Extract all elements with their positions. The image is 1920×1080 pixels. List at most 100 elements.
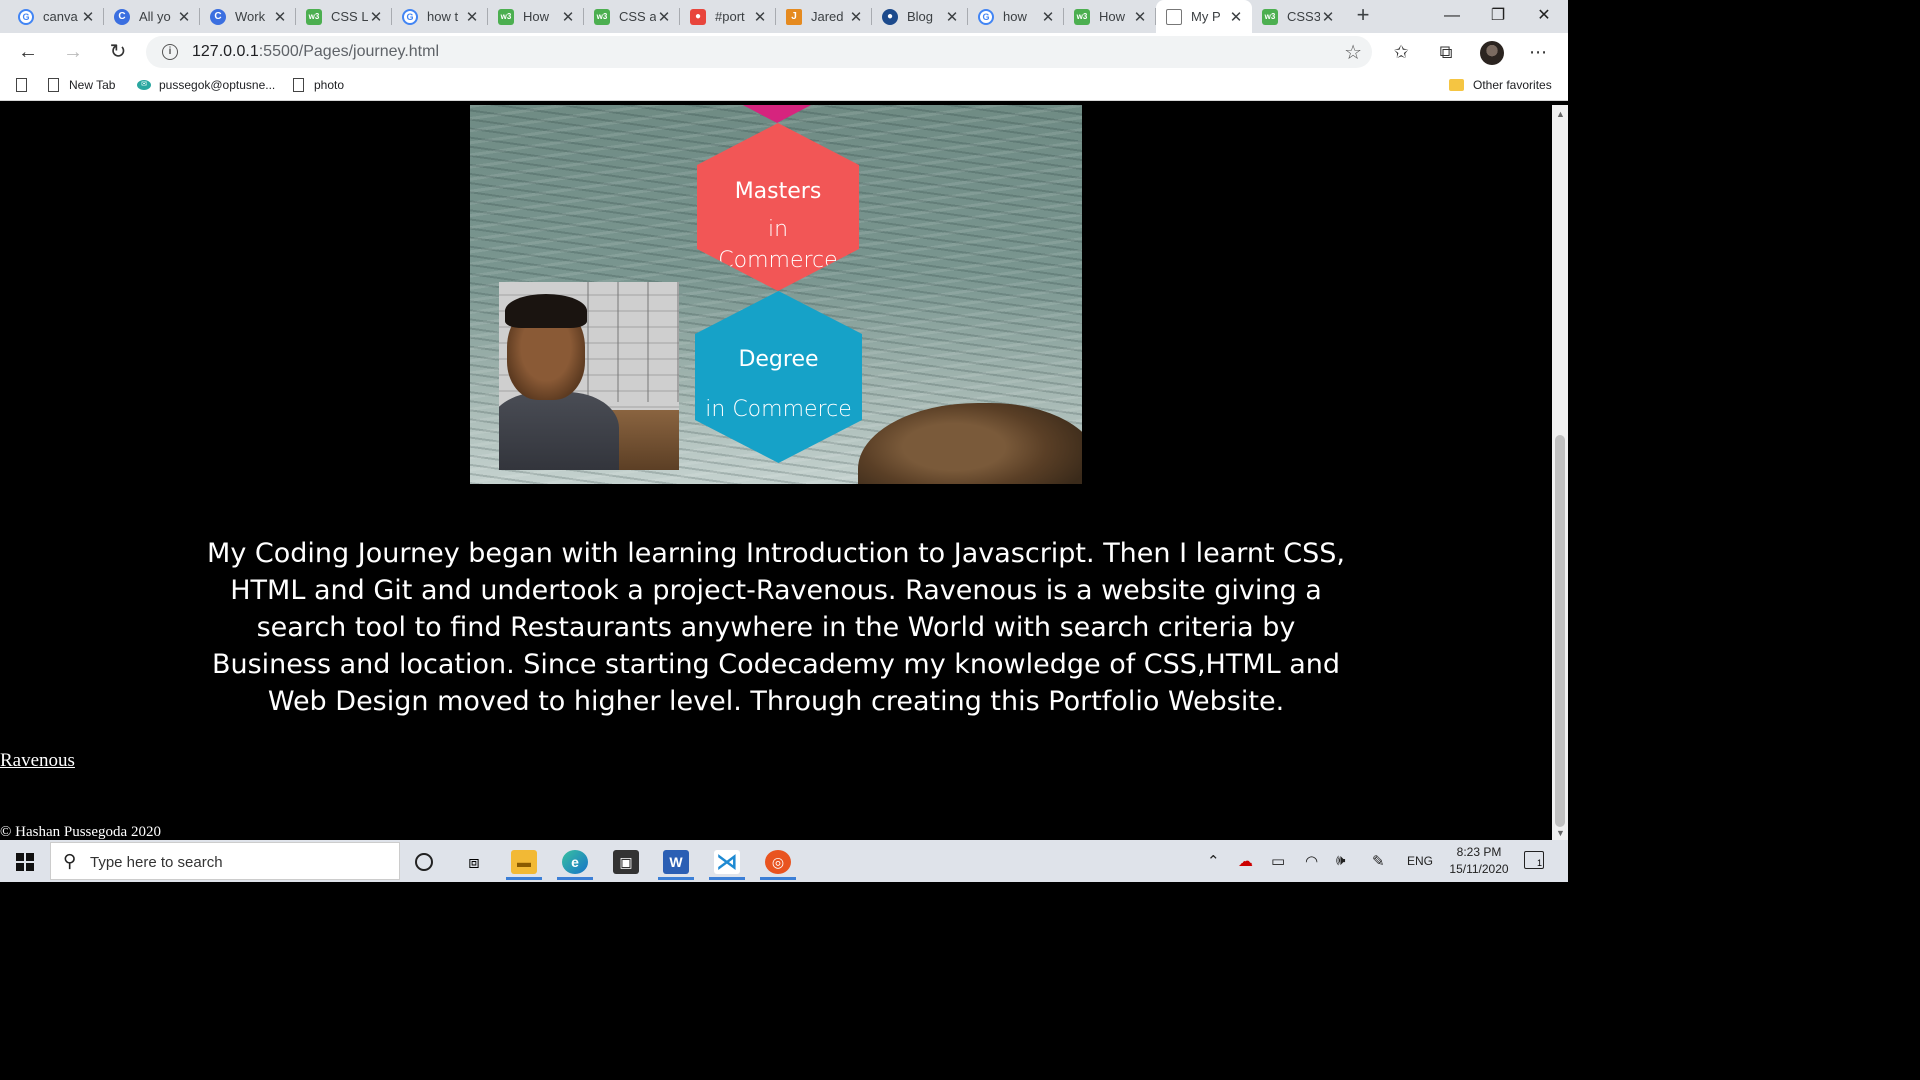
back-icon[interactable]: ← [14,39,42,67]
close-tab-icon[interactable]: ✕ [656,8,672,26]
bookmark-gmail[interactable]: ✉ pussegok@optusne... [137,78,275,92]
url-path: :5500/Pages/journey.html [258,43,439,60]
close-tab-icon[interactable]: ✕ [272,8,288,26]
tab-my-portfolio[interactable]: My P ✕ [1156,0,1252,33]
w3schools-icon: w3 [1262,8,1278,25]
close-tab-icon[interactable]: ✕ [176,8,192,26]
scroll-down-icon[interactable]: ▼ [1556,828,1565,838]
tab-title: canva [43,9,78,24]
hexagon-masters: Masters in Commerce [697,123,859,291]
cortana-icon[interactable] [402,844,446,880]
page-viewport: Masters in Commerce Degree in Commerce M… [0,105,1552,840]
wifi-icon[interactable]: ◠ [1305,852,1318,870]
windows-taskbar: ⚲ Type here to search ⧈ ▬ e ▣ W ⋊ ◎ ⌃ ☁ … [0,840,1568,882]
notification-count: 1 [1536,858,1542,868]
folder-icon [1449,79,1464,91]
refresh-icon[interactable]: ↻ [104,39,132,67]
close-tab-icon[interactable]: ✕ [1228,8,1244,26]
close-tab-icon[interactable]: ✕ [1320,8,1336,26]
bookmark-photo[interactable]: photo [293,78,344,92]
word-icon[interactable]: W [654,844,698,880]
page-scrollbar[interactable]: ▲ ▼ [1552,105,1568,840]
tab-title: Work [235,9,266,24]
favorites-list-icon[interactable]: ✩ [1389,41,1413,65]
profile-avatar[interactable] [1480,41,1504,65]
hexagon-subtitle: in Commerce [705,397,852,422]
file-explorer-icon[interactable]: ▬ [502,844,546,880]
tab-how-3[interactable]: w3 How ✕ [1064,0,1156,33]
search-placeholder: Type here to search [90,854,223,871]
tab-title: CSS3 [1287,9,1320,24]
restore-button[interactable]: ❐ [1475,2,1521,30]
pen-icon[interactable]: ✎ [1372,852,1385,870]
google-icon: G [18,8,34,25]
url-text[interactable]: 127.0.0.1:5500/Pages/journey.html [192,43,439,61]
favorite-star-icon[interactable]: ☆ [1344,40,1362,65]
tab-title: CSS L [331,9,368,24]
vscode-icon[interactable]: ⋊ [705,844,749,880]
ravenous-link[interactable]: Ravenous [0,750,75,772]
clock-date: 15/11/2020 [1449,862,1509,876]
tab-strip: G canva ✕ C All yo ✕ C Work ✕ w3 CSS L ✕… [0,0,1568,33]
tab-how-2[interactable]: G how ✕ [968,0,1064,33]
scroll-up-icon[interactable]: ▲ [1556,109,1565,119]
notification-center-icon[interactable]: 1 [1524,851,1544,869]
windows-start-icon[interactable] [16,853,34,871]
journey-paragraph: My Coding Journey began with learning In… [207,538,1345,717]
edge-icon[interactable]: e [553,844,597,880]
close-tab-icon[interactable]: ✕ [80,8,96,26]
onedrive-error-icon[interactable]: ☁ [1238,852,1253,870]
more-options-icon[interactable]: ⋯ [1526,41,1550,65]
task-view-icon[interactable]: ⧈ [452,844,496,880]
language-indicator[interactable]: ENG [1407,854,1433,868]
close-tab-icon[interactable]: ✕ [1040,8,1056,26]
volume-icon[interactable]: 🕪 [1336,852,1345,869]
info-icon[interactable]: i [162,44,178,60]
close-tab-icon[interactable]: ✕ [944,8,960,26]
tab-port[interactable]: ● #port ✕ [680,0,776,33]
tab-jared[interactable]: J Jared ✕ [776,0,872,33]
close-tab-icon[interactable]: ✕ [1132,8,1148,26]
taskbar-search-input[interactable]: ⚲ Type here to search [50,842,400,880]
tab-title: #port [715,9,745,24]
hexagon-title: Masters [734,179,822,204]
page-icon[interactable] [16,78,37,92]
page-icon [1166,8,1182,25]
google-icon: G [978,8,994,25]
tab-css-a[interactable]: w3 CSS a ✕ [584,0,680,33]
tab-title: My P [1191,9,1221,24]
taskbar-clock[interactable]: 8:23 PM 15/11/2020 [1440,844,1518,878]
close-tab-icon[interactable]: ✕ [368,8,384,26]
hexagon-top [740,105,814,123]
close-tab-icon[interactable]: ✕ [848,8,864,26]
new-tab-button[interactable]: + [1352,4,1374,27]
tab-how[interactable]: w3 How ✕ [488,0,584,33]
tab-work[interactable]: C Work ✕ [200,0,296,33]
bookmark-new-tab[interactable]: New Tab [48,78,115,92]
scroll-thumb[interactable] [1555,435,1565,827]
tab-css3[interactable]: w3 CSS3 ✕ [1252,0,1344,33]
minimize-button[interactable]: — [1429,2,1475,30]
address-bar[interactable]: i 127.0.0.1:5500/Pages/journey.html ☆ [146,36,1372,68]
battery-icon[interactable]: ▭ [1271,852,1285,870]
close-tab-icon[interactable]: ✕ [752,8,768,26]
w3schools-icon: w3 [594,8,610,25]
show-hidden-icons-icon[interactable]: ⌃ [1207,852,1220,870]
blog-icon: ● [882,8,898,25]
bookmarks-bar: New Tab ✉ pussegok@optusne... photo Othe… [0,71,1568,101]
tab-canva[interactable]: G canva ✕ [8,0,104,33]
other-favorites[interactable]: Other favorites [1449,78,1552,92]
footer-copyright: © Hashan Pussegoda 2020 [0,824,161,840]
tab-blog[interactable]: ● Blog ✕ [872,0,968,33]
close-tab-icon[interactable]: ✕ [464,8,480,26]
tab-all-yours[interactable]: C All yo ✕ [104,0,200,33]
collections-icon[interactable]: ⧉ [1434,41,1458,65]
store-icon[interactable]: ▣ [604,844,648,880]
tab-css-l[interactable]: w3 CSS L ✕ [296,0,392,33]
tab-title: How [1099,9,1126,24]
ubuntu-icon[interactable]: ◎ [756,844,800,880]
close-tab-icon[interactable]: ✕ [560,8,576,26]
forward-icon[interactable]: → [59,39,87,67]
close-window-button[interactable]: ✕ [1521,2,1567,30]
tab-how-t[interactable]: G how t ✕ [392,0,488,33]
